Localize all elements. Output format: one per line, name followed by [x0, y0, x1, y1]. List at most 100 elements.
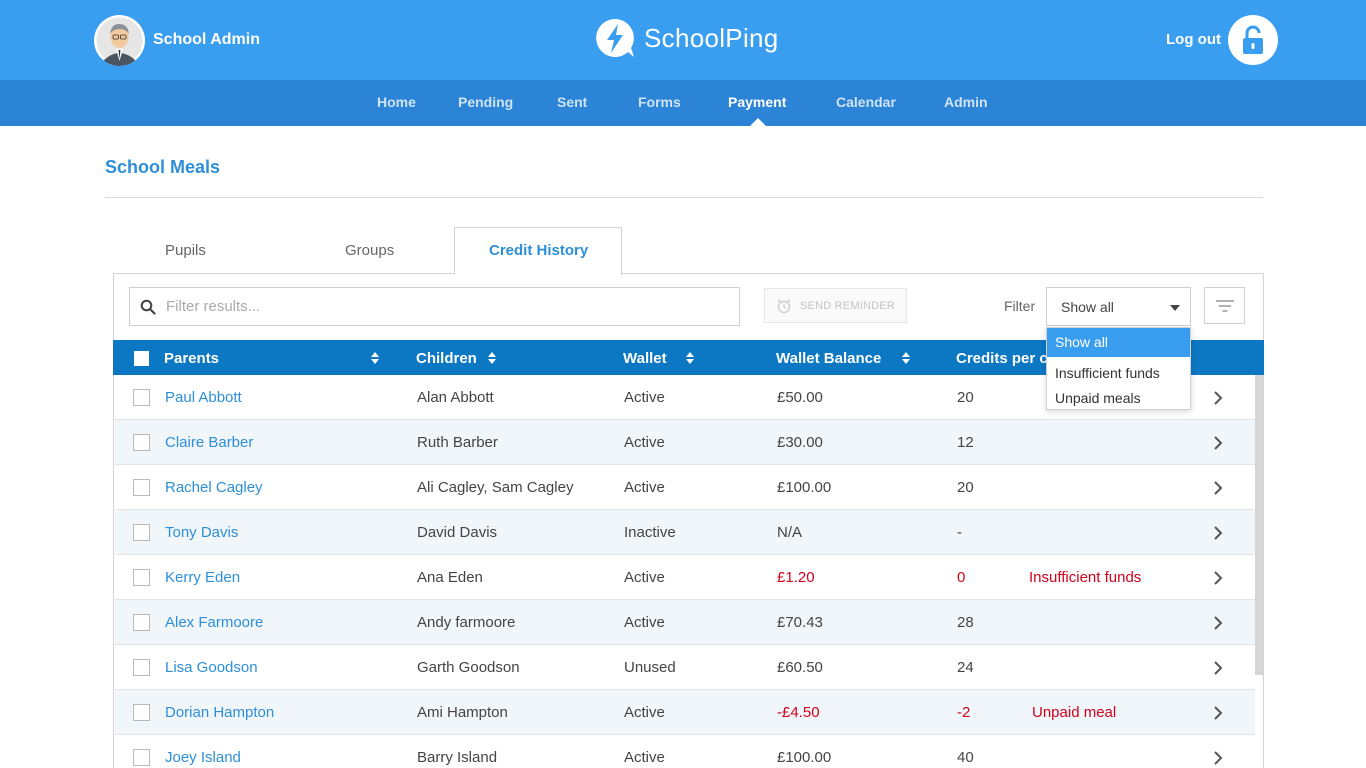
credits-cell: 0	[957, 569, 966, 586]
avatar[interactable]	[94, 15, 145, 66]
tab-pupils[interactable]: Pupils	[165, 242, 206, 259]
nav-forms[interactable]: Forms	[638, 94, 681, 110]
column-children[interactable]: Children	[416, 350, 477, 367]
wallet-balance-cell: £60.50	[777, 659, 823, 676]
parent-name-link[interactable]: Claire Barber	[165, 434, 253, 451]
parent-name-link[interactable]: Alex Farmoore	[165, 614, 263, 631]
nav-home[interactable]: Home	[377, 94, 416, 110]
nav-calendar[interactable]: Calendar	[836, 94, 896, 110]
nav-pending[interactable]: Pending	[458, 94, 513, 110]
table-row[interactable]: Tony Davis David Davis Inactive N/A -	[115, 510, 1255, 555]
wallet-balance-cell: £50.00	[777, 389, 823, 406]
credits-cell: 20	[957, 479, 974, 496]
sort-icon[interactable]	[371, 352, 379, 364]
filter-option-show-all[interactable]: Show all	[1047, 328, 1190, 357]
tab-credit-history[interactable]: Credit History	[489, 242, 588, 259]
row-checkbox[interactable]	[133, 659, 150, 676]
filter-option-insufficient-funds[interactable]: Insufficient funds	[1047, 361, 1190, 385]
table-row[interactable]: Claire Barber Ruth Barber Active £30.00 …	[115, 420, 1255, 465]
credits-cell: -2	[957, 704, 971, 721]
filter-option-unpaid-meals[interactable]: Unpaid meals	[1047, 386, 1190, 410]
tab-groups[interactable]: Groups	[345, 242, 394, 259]
chevron-right-icon[interactable]	[1213, 751, 1223, 765]
nav-payment[interactable]: Payment	[728, 94, 786, 110]
credits-cell: 20	[957, 389, 974, 406]
filter-selected-value: Show all	[1061, 299, 1114, 315]
chevron-right-icon[interactable]	[1213, 616, 1223, 630]
brand-logo[interactable]: SchoolPing	[594, 17, 779, 59]
page-title: School Meals	[105, 157, 221, 177]
wallet-balance-cell: N/A	[777, 524, 803, 541]
chevron-right-icon[interactable]	[1213, 391, 1223, 405]
children-cell: Barry Island	[417, 749, 498, 766]
wallet-status-cell: Active	[624, 614, 665, 631]
row-checkbox[interactable]	[133, 614, 150, 631]
table-row[interactable]: Rachel Cagley Ali Cagley, Sam Cagley Act…	[115, 465, 1255, 510]
top-bar: School Admin SchoolPing Log out	[0, 0, 1366, 80]
chevron-right-icon[interactable]	[1213, 436, 1223, 450]
table-row[interactable]: Kerry Eden Ana Eden Active £1.20 0 Insuf…	[115, 555, 1255, 600]
row-checkbox[interactable]	[133, 704, 150, 721]
row-checkbox[interactable]	[133, 749, 150, 766]
send-reminder-label: SEND REMINDER	[800, 299, 895, 312]
column-wallet-balance[interactable]: Wallet Balance	[776, 350, 881, 367]
chevron-right-icon[interactable]	[1213, 571, 1223, 585]
chevron-right-icon[interactable]	[1213, 526, 1223, 540]
search-icon	[140, 299, 156, 315]
wallet-status-cell: Active	[624, 569, 665, 586]
filter-options-button[interactable]	[1204, 287, 1245, 324]
caret-down-icon	[1170, 305, 1180, 311]
parent-name-link[interactable]: Lisa Goodson	[165, 659, 258, 676]
sort-icon[interactable]	[488, 352, 496, 364]
row-checkbox[interactable]	[133, 389, 150, 406]
parent-name-link[interactable]: Joey Island	[165, 749, 241, 766]
sort-icon[interactable]	[686, 352, 694, 364]
row-checkbox[interactable]	[133, 479, 150, 496]
filter-select[interactable]: Show all	[1046, 287, 1191, 326]
table-row[interactable]: Dorian Hampton Ami Hampton Active -£4.50…	[115, 690, 1255, 735]
logout-label[interactable]: Log out	[1166, 31, 1221, 48]
column-wallet[interactable]: Wallet	[623, 350, 667, 367]
parent-name-link[interactable]: Kerry Eden	[165, 569, 240, 586]
parent-name-link[interactable]: Dorian Hampton	[165, 704, 274, 721]
chevron-right-icon[interactable]	[1213, 661, 1223, 675]
children-cell: David Davis	[417, 524, 498, 541]
table-scrollbar[interactable]	[1255, 375, 1263, 675]
children-cell: Ana Eden	[417, 569, 483, 586]
children-cell: Alan Abbott	[417, 389, 494, 406]
parent-name-link[interactable]: Paul Abbott	[165, 389, 242, 406]
children-cell: Ali Cagley, Sam Cagley	[417, 479, 574, 496]
credits-cell: -	[957, 524, 962, 541]
title-divider	[105, 197, 1263, 198]
children-cell: Andy farmoore	[417, 614, 516, 631]
wallet-balance-cell: £100.00	[777, 479, 832, 496]
column-parents[interactable]: Parents	[164, 350, 219, 367]
wallet-status-cell: Active	[624, 389, 665, 406]
chevron-right-icon[interactable]	[1213, 481, 1223, 495]
table-row[interactable]: Alex Farmoore Andy farmoore Active £70.4…	[115, 600, 1255, 645]
user-avatar-icon	[96, 17, 143, 66]
row-checkbox[interactable]	[133, 569, 150, 586]
main-nav: Home Pending Sent Forms Payment Calendar…	[0, 80, 1366, 126]
row-checkbox[interactable]	[133, 524, 150, 541]
nav-sent[interactable]: Sent	[557, 94, 587, 110]
select-all-checkbox[interactable]	[134, 351, 149, 366]
payment-status-cell: Unpaid meal	[1032, 704, 1117, 721]
filter-dropdown-menu: Show all Insufficient funds Unpaid meals	[1046, 327, 1191, 410]
column-credits[interactable]: Credits per c	[956, 350, 1048, 367]
search-input[interactable]	[166, 298, 726, 315]
credits-cell: 12	[957, 434, 974, 451]
parent-name-link[interactable]: Rachel Cagley	[165, 479, 263, 496]
parent-name-link[interactable]: Tony Davis	[165, 524, 238, 541]
table-row[interactable]: Lisa Goodson Garth Goodson Unused £60.50…	[115, 645, 1255, 690]
sort-icon[interactable]	[902, 352, 910, 364]
wallet-balance-cell: £1.20	[777, 569, 815, 586]
send-reminder-button[interactable]: SEND REMINDER	[764, 288, 907, 323]
chevron-right-icon[interactable]	[1213, 706, 1223, 720]
nav-admin[interactable]: Admin	[944, 94, 988, 110]
wallet-status-cell: Active	[624, 479, 665, 496]
logout-button[interactable]	[1228, 15, 1278, 65]
table-row[interactable]: Joey Island Barry Island Active £100.00 …	[115, 735, 1255, 768]
wallet-balance-cell: £30.00	[777, 434, 823, 451]
row-checkbox[interactable]	[133, 434, 150, 451]
